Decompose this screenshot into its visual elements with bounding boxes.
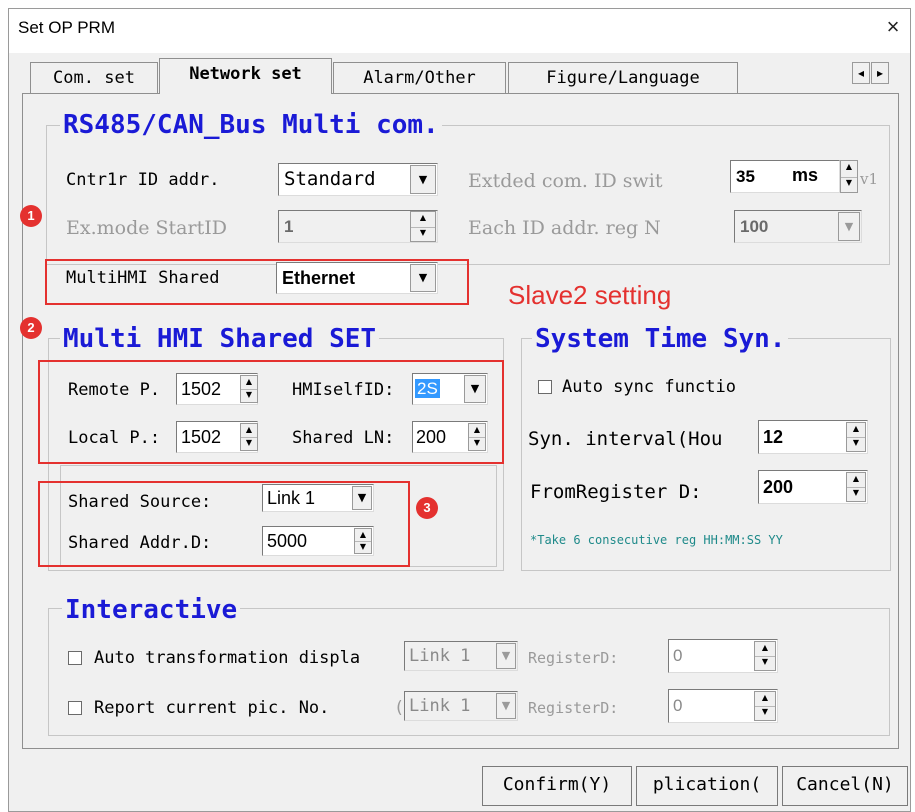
- chevron-down-icon[interactable]: ▼: [838, 212, 860, 241]
- report-pic-label: Report current pic. No.: [94, 698, 330, 718]
- annotation-badge-2: 2: [20, 317, 42, 339]
- timestamp-note: *Take 6 consecutive reg HH:MM:SS YY: [530, 533, 783, 547]
- extded-spinner[interactable]: ▲ ▼: [840, 160, 858, 193]
- highlight-box-1: [45, 259, 469, 305]
- tab-network-set[interactable]: Network set: [159, 58, 332, 94]
- exmode-label: Ex.mode StartID: [66, 217, 227, 239]
- chevron-down-icon[interactable]: ▼: [410, 165, 436, 194]
- system-time-group-title: System Time Syn.: [532, 322, 789, 356]
- auto-transform-label: Auto transformation displa: [94, 648, 361, 668]
- title-bar: [9, 9, 910, 53]
- tab-scroll-left-icon[interactable]: ◂: [852, 62, 870, 84]
- extded-tail: v1: [860, 170, 879, 188]
- auto-register-label: RegisterD:: [528, 649, 619, 667]
- from-register-label: FromRegister D:: [530, 481, 702, 503]
- sync-interval-label: Syn. interval(Hou: [528, 428, 723, 450]
- highlight-box-2: [38, 360, 504, 464]
- slave-annotation: Slave2 setting: [508, 280, 672, 310]
- rs485-group-title: RS485/CAN_Bus Multi com.: [60, 108, 442, 142]
- extded-label: Extded com. ID swit: [468, 170, 663, 192]
- auto-register-spinner[interactable]: ▲ ▼: [754, 641, 776, 671]
- annotation-badge-1: 1: [20, 205, 42, 227]
- application-button[interactable]: plication(: [636, 766, 778, 806]
- multi-hmi-group-title: Multi HMI Shared SET: [60, 322, 380, 356]
- tab-alarm-other[interactable]: Alarm/Other: [333, 62, 506, 94]
- extded-input[interactable]: 35: [730, 160, 840, 193]
- report-register-label: RegisterD:: [528, 699, 619, 717]
- chevron-down-icon[interactable]: ▼: [496, 643, 516, 669]
- extded-value: 35: [736, 167, 755, 186]
- rs485-group: [46, 125, 890, 265]
- window-title: Set OP PRM: [18, 18, 115, 37]
- confirm-button[interactable]: Confirm(Y): [482, 766, 632, 806]
- from-register-spinner[interactable]: ▲ ▼: [846, 472, 866, 502]
- report-pic-checkbox[interactable]: [68, 701, 82, 715]
- auto-transform-checkbox[interactable]: [68, 651, 82, 665]
- tab-scroll-right-icon[interactable]: ▸: [871, 62, 889, 84]
- sync-interval-spinner[interactable]: ▲ ▼: [846, 422, 866, 452]
- auto-sync-label: Auto sync functio: [562, 377, 736, 397]
- cancel-button[interactable]: Cancel(N): [782, 766, 908, 806]
- close-icon[interactable]: ×: [880, 14, 906, 42]
- extded-unit: ms: [792, 165, 819, 185]
- auto-sync-checkbox[interactable]: [538, 380, 552, 394]
- each-id-label: Each ID addr. reg N: [468, 217, 661, 239]
- cntrlr-id-label: Cntr1r ID addr.: [66, 170, 220, 190]
- report-register-spinner[interactable]: ▲ ▼: [754, 691, 776, 721]
- interactive-group-title: Interactive: [62, 593, 241, 627]
- tab-figure-language[interactable]: Figure/Language: [508, 62, 738, 94]
- annotation-badge-3: 3: [416, 497, 438, 519]
- tab-com-set[interactable]: Com. set: [30, 62, 158, 94]
- highlight-box-3: [38, 481, 410, 567]
- chevron-down-icon[interactable]: ▼: [496, 693, 516, 719]
- report-paren: (: [394, 698, 405, 718]
- exmode-spinner[interactable]: ▲ ▼: [410, 211, 436, 242]
